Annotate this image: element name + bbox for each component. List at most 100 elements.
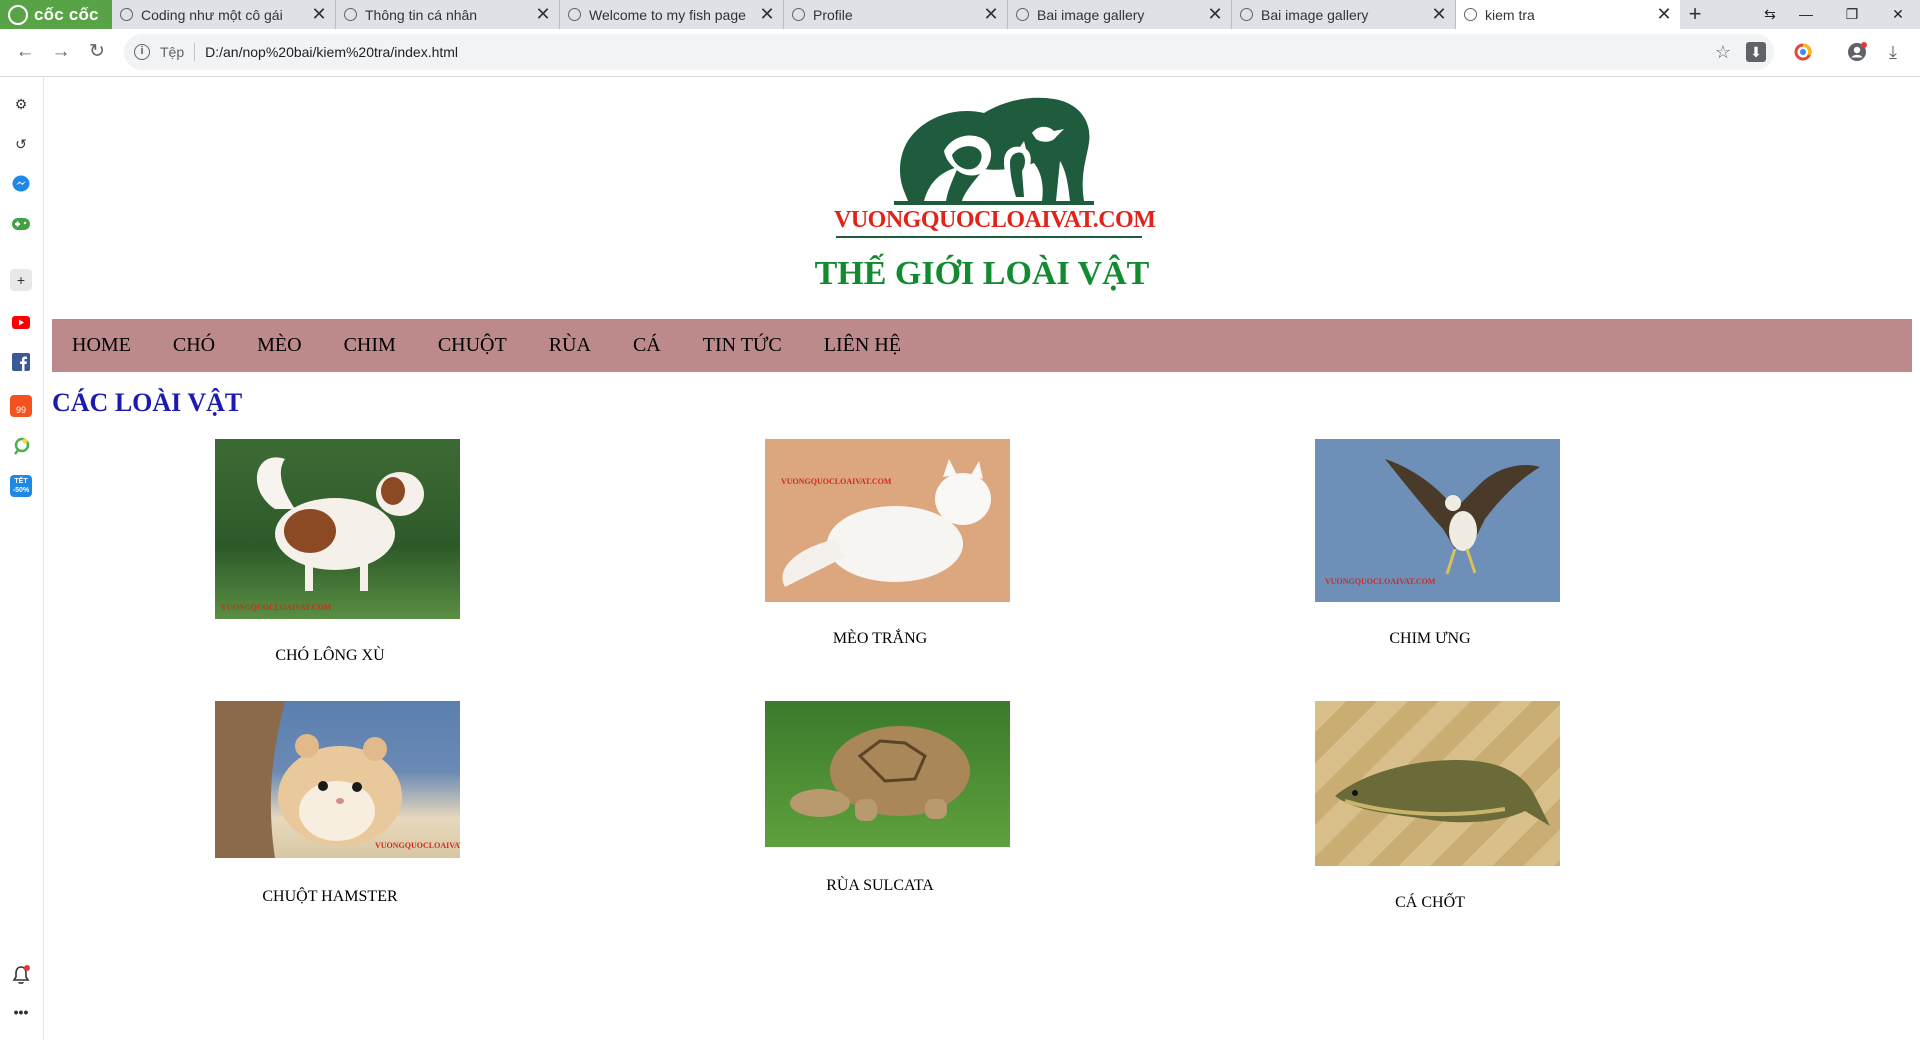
address-divider [194, 43, 196, 61]
globe-icon [1464, 8, 1477, 21]
tab-title: Welcome to my fish page [589, 6, 746, 23]
browser-logo-text: cốc cốc [34, 4, 99, 24]
tab-6[interactable]: Bai image gallery ✕ [1232, 0, 1456, 29]
nav-item-cho[interactable]: CHÓ [173, 334, 215, 357]
settings-icon[interactable]: ⚙ [10, 93, 32, 115]
site-logo[interactable]: VUONGQUOCLOAIVAT.COM [834, 91, 1156, 241]
browser-toolbar: ← → ↻ i Tệp D:/an/nop%20bai/kiem%20tra/i… [0, 29, 1920, 77]
globe-icon [344, 8, 357, 21]
close-tab-icon[interactable]: ✕ [759, 4, 775, 25]
address-scheme-label: Tệp [160, 44, 185, 60]
tab-title: Bai image gallery [1037, 6, 1145, 23]
animal-card[interactable]: VUONGQUOCLOAIVAT.COM CHIM ƯNG [1315, 439, 1560, 647]
close-tab-icon[interactable]: ✕ [983, 4, 999, 25]
close-tab-icon[interactable]: ✕ [311, 4, 327, 25]
tab-title: Profile [813, 6, 853, 23]
animals-silhouette-icon [894, 97, 1094, 205]
download-page-icon[interactable]: ⬇ [1746, 42, 1766, 62]
tab-title: Bai image gallery [1261, 6, 1369, 23]
close-window-button[interactable]: ✕ [1876, 0, 1920, 29]
facebook-icon[interactable] [10, 351, 32, 373]
nav-item-tin-tuc[interactable]: TIN TỨC [703, 334, 782, 357]
close-tab-icon[interactable]: ✕ [1207, 4, 1223, 25]
address-url[interactable]: D:/an/nop%20bai/kiem%20tra/index.html [205, 44, 458, 60]
extension-color-icon[interactable] [1790, 39, 1816, 65]
discount-badge: TẾT -50% [12, 478, 30, 494]
game-icon[interactable] [10, 213, 32, 235]
nav-item-chim[interactable]: CHIM [344, 334, 396, 357]
back-button[interactable]: ← [12, 39, 38, 65]
main-nav: HOME CHÓ MÈO CHIM CHUỘT RÙA CÁ TIN TỨC L… [52, 319, 1912, 372]
close-tab-icon[interactable]: ✕ [535, 4, 551, 25]
history-icon[interactable]: ↺ [10, 133, 32, 155]
photo-watermark: VUONGQUOCLOAIVAT.COM [781, 477, 892, 486]
extension-icon[interactable] [10, 435, 32, 457]
tab-5[interactable]: Bai image gallery ✕ [1008, 0, 1232, 29]
eagle-photo[interactable]: VUONGQUOCLOAIVAT.COM [1315, 439, 1560, 602]
animal-caption: CÁ CHỐT [1395, 894, 1465, 911]
downloads-icon[interactable]: ⤓ [1880, 39, 1906, 65]
photo-watermark: VUONGQUOCLOAIVAT.COM [221, 603, 332, 612]
animal-caption: CHIM ƯNG [1389, 630, 1471, 647]
logo-underline [836, 236, 1142, 238]
more-icon[interactable]: ••• [10, 1001, 32, 1023]
animal-caption: MÈO TRẮNG [832, 630, 928, 647]
fish-photo[interactable] [1315, 701, 1560, 866]
nav-item-lien-he[interactable]: LIÊN HỆ [824, 334, 901, 357]
nav-item-chuot[interactable]: CHUỘT [438, 334, 507, 357]
globe-icon [568, 8, 581, 21]
shopping-icon[interactable]: 99 [10, 395, 32, 417]
tab-3[interactable]: Welcome to my fish page ✕ [560, 0, 784, 29]
tab-7-active[interactable]: kiem tra ✕ [1456, 0, 1680, 29]
messenger-icon[interactable] [10, 173, 32, 195]
section-title: CÁC LOÀI VẬT [52, 388, 243, 417]
shopping-badge: 99 [15, 405, 26, 415]
tab-title: Coding như một cô gái [141, 6, 283, 23]
nav-item-home[interactable]: HOME [72, 334, 131, 357]
tab-2[interactable]: Thông tin cá nhân ✕ [336, 0, 560, 29]
minimize-button[interactable]: — [1784, 0, 1828, 29]
add-icon[interactable]: + [10, 269, 32, 291]
page-title: THẾ GIỚI LOÀI VẬT [814, 255, 1150, 292]
globe-icon [120, 8, 133, 21]
close-tab-icon[interactable]: ✕ [1656, 4, 1672, 25]
globe-icon [792, 8, 805, 21]
dog-photo[interactable]: VUONGQUOCLOAIVAT.COM [215, 439, 460, 619]
info-icon[interactable]: i [134, 44, 150, 60]
new-tab-button[interactable]: + [1683, 1, 1707, 27]
tab-title: Thông tin cá nhân [365, 6, 478, 23]
animal-card[interactable]: VUONGQUOCLOAIVAT.COM CHUỘT HAMSTER [215, 701, 460, 905]
restore-button[interactable]: ❐ [1830, 0, 1874, 29]
photo-watermark: VUONGQUOCLOAIVAT.COM [1325, 577, 1436, 586]
address-bar[interactable]: i Tệp D:/an/nop%20bai/kiem%20tra/index.h… [124, 34, 1774, 70]
photo-watermark: VUONGQUOCLOAIVAT.COM [375, 841, 460, 850]
animal-card[interactable]: VUONGQUOCLOAIVAT.COM MÈO TRẮNG [765, 439, 1010, 647]
tab-title: kiem tra [1485, 6, 1535, 23]
hamster-photo[interactable]: VUONGQUOCLOAIVAT.COM [215, 701, 460, 858]
animal-card[interactable]: VUONGQUOCLOAIVAT.COM CHÓ LÔNG XÙ [215, 439, 460, 664]
close-tab-icon[interactable]: ✕ [1431, 4, 1447, 25]
reload-button[interactable]: ↻ [84, 39, 110, 65]
nav-item-ca[interactable]: CÁ [633, 334, 661, 357]
sidebar: ⚙ ↺ + 99 TẾT -50% ••• [0, 77, 44, 1040]
animal-caption: RÙA SULCATA [826, 877, 934, 894]
discount-icon[interactable]: TẾT -50% [10, 475, 32, 497]
tortoise-photo[interactable] [765, 701, 1010, 847]
tab-4[interactable]: Profile ✕ [784, 0, 1008, 29]
nav-item-meo[interactable]: MÈO [257, 334, 301, 357]
animal-card[interactable]: CÁ CHỐT [1315, 701, 1560, 911]
animal-card[interactable]: RÙA SULCATA [765, 701, 1010, 894]
notification-icon[interactable] [10, 965, 32, 987]
youtube-icon[interactable] [10, 311, 32, 333]
animal-caption: CHUỘT HAMSTER [262, 888, 398, 905]
globe-icon [1016, 8, 1029, 21]
bookmark-star-icon[interactable]: ☆ [1710, 39, 1736, 65]
forward-button[interactable]: → [48, 39, 74, 65]
nav-item-rua[interactable]: RÙA [549, 334, 591, 357]
tab-1[interactable]: Coding như một cô gái ✕ [112, 0, 336, 29]
coccoc-logo-icon [8, 4, 28, 25]
profile-avatar-icon[interactable] [1844, 39, 1870, 65]
browser-logo[interactable]: cốc cốc [0, 0, 112, 29]
cat-photo[interactable]: VUONGQUOCLOAIVAT.COM [765, 439, 1010, 602]
page-content: VUONGQUOCLOAIVAT.COM THẾ GIỚI LOÀI VẬT H… [44, 77, 1920, 1040]
